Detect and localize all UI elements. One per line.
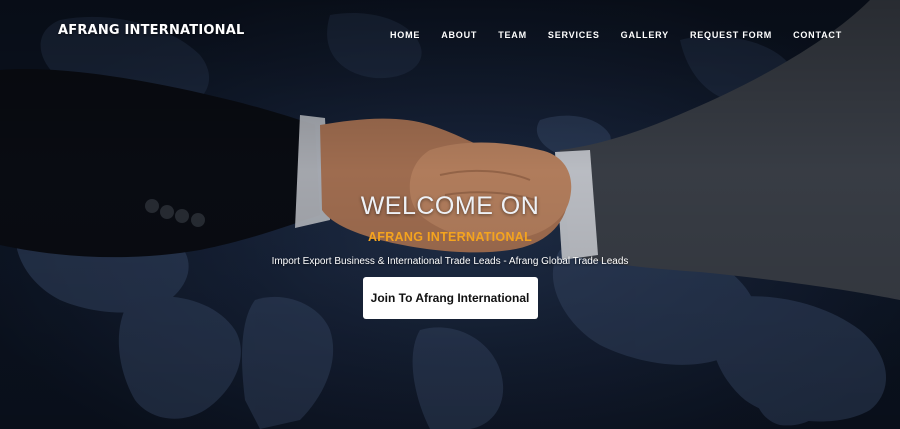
hero-content: WELCOME ON AFRANG INTERNATIONAL Import E… [0,192,900,319]
nav-item-home: HOME [390,25,420,43]
hero-section: AFRANG INTERNATIONAL HOME ABOUT TEAM SER… [0,0,900,429]
nav-link-about[interactable]: ABOUT [441,30,477,40]
nav-menu: HOME ABOUT TEAM SERVICES GALLERY REQUEST… [390,25,842,43]
hero-tagline: Import Export Business & International T… [271,256,629,267]
nav-item-request-form: REQUEST FORM [690,25,772,43]
nav-item-about: ABOUT [441,25,477,43]
top-navbar: AFRANG INTERNATIONAL HOME ABOUT TEAM SER… [0,0,900,62]
join-button[interactable]: Join To Afrang International [362,277,538,319]
nav-link-contact[interactable]: CONTACT [793,30,842,40]
nav-item-team: TEAM [498,25,527,43]
nav-link-request-form[interactable]: REQUEST FORM [690,30,772,40]
brand-logo-text[interactable]: AFRANG INTERNATIONAL [58,23,244,38]
nav-link-team[interactable]: TEAM [498,30,527,40]
nav-item-gallery: GALLERY [621,25,669,43]
nav-link-services[interactable]: SERVICES [548,30,600,40]
hero-subtitle: AFRANG INTERNATIONAL [367,230,533,244]
nav-link-home[interactable]: HOME [390,30,420,40]
nav-item-services: SERVICES [548,25,600,43]
hero-title: WELCOME ON [360,192,540,220]
nav-link-gallery[interactable]: GALLERY [621,30,669,40]
nav-item-contact: CONTACT [793,25,842,43]
